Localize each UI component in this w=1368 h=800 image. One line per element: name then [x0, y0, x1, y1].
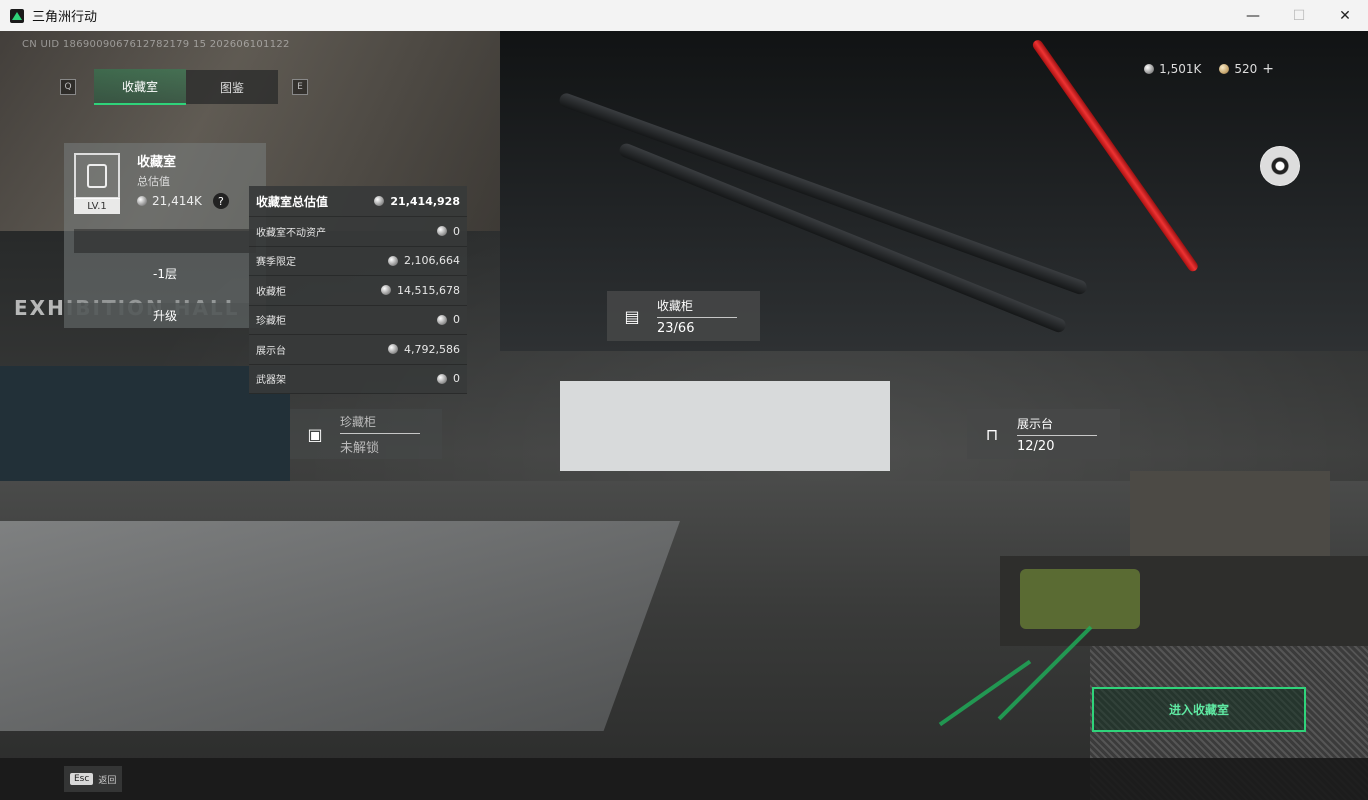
hotspot-value: 23/66: [657, 320, 695, 336]
vault-floor-label: -1层: [153, 267, 177, 281]
valuation-row-value-wrap: 0: [437, 225, 460, 238]
tab-next-key: E: [292, 79, 308, 95]
window-titlebar: 三角洲行动 — ☐ ✕: [0, 0, 1368, 32]
valuation-row: 收藏室不动资产 0: [249, 217, 467, 247]
valuation-row-value-wrap: 2,106,664: [388, 254, 460, 267]
maximize-button[interactable]: ☐: [1276, 0, 1322, 31]
safe-icon: ▣: [307, 424, 323, 444]
close-button[interactable]: ✕: [1322, 0, 1368, 31]
display-stand-icon: ⊓: [985, 424, 999, 444]
valuation-row-label: 收藏柜: [256, 286, 286, 298]
silver-currency: 1,501K: [1144, 62, 1201, 76]
scene-green-case: [1020, 569, 1140, 629]
valuation-row-label: 珍藏柜: [256, 316, 286, 328]
silver-coin-icon: [1144, 64, 1155, 74]
valuation-row-value: 2,106,664: [404, 254, 460, 268]
window-controls: — ☐ ✕: [1230, 0, 1368, 31]
minimize-button[interactable]: —: [1230, 0, 1276, 31]
add-currency-button[interactable]: +: [1262, 61, 1274, 77]
scene-blue-wall: [0, 366, 290, 486]
valuation-total-value: 21,414,928: [390, 194, 460, 208]
silver-coin-icon: [437, 373, 447, 384]
valuation-row-label: 赛季限定: [256, 257, 296, 269]
help-icon[interactable]: ?: [212, 193, 229, 209]
hotspot-text: 珍藏柜 未解锁: [340, 413, 420, 456]
silver-coin-icon: [388, 344, 399, 355]
music-disc-icon[interactable]: [1260, 146, 1300, 186]
tab-prev-key: Q: [60, 79, 76, 95]
cabinet-icon: ▤: [624, 306, 640, 326]
valuation-row-value-wrap: 4,792,586: [388, 343, 460, 356]
valuation-row-value-wrap: 14,515,678: [381, 284, 460, 297]
valuation-row-value: 0: [453, 372, 460, 386]
gold-coin-icon: [1219, 64, 1230, 74]
valuation-row: 珍藏柜 0: [249, 306, 467, 335]
silver-coin-icon: [137, 196, 147, 206]
silver-coin-icon: [437, 226, 447, 237]
tab-collection-room[interactable]: 收藏室: [94, 69, 186, 105]
vault-progress-bar: [74, 229, 256, 253]
vault-summary-card: LV.1 收藏室 总估值 21,414K ? -1层 升级: [64, 143, 266, 328]
valuation-row-value: 4,792,586: [404, 342, 460, 356]
valuation-header: 收藏室总估值 21,414,928: [249, 186, 467, 217]
silver-coin-icon: [388, 255, 399, 266]
hotspot-text: 展示台 12/20: [1017, 415, 1097, 454]
hotspot-title: 展示台: [1017, 415, 1097, 436]
vault-subtitle: 总估值: [137, 175, 170, 188]
silver-coin-icon: [437, 314, 447, 325]
silver-amount: 1,501K: [1159, 62, 1202, 76]
hotspot-display-stand[interactable]: ⊓ 展示台 12/20: [967, 409, 1120, 459]
vault-icon: [74, 153, 120, 199]
vault-level-badge: LV.1: [74, 198, 120, 214]
gold-amount: 520: [1234, 62, 1258, 76]
vault-total-value: 21,414K ?: [137, 193, 229, 209]
tab-bar: Q 收藏室 图鉴 E: [60, 69, 308, 105]
valuation-row-value-wrap: 0: [437, 313, 460, 326]
hotspot-value: 未解锁: [340, 440, 380, 456]
valuation-row-label: 武器架: [256, 375, 286, 387]
valuation-breakdown-panel: 收藏室总估值 21,414,928 收藏室不动资产 0 赛季限定 2,106,6…: [249, 186, 467, 394]
hotspot-title: 收藏柜: [657, 297, 737, 318]
valuation-row-value: 0: [453, 313, 460, 327]
bottom-bar: [0, 758, 1368, 800]
app-logo-icon: [10, 8, 24, 23]
game-viewport: EXHIBITION HALL CN UID 18690090676127821…: [0, 31, 1368, 800]
silver-coin-icon: [374, 196, 385, 206]
hotspot-value: 12/20: [1017, 438, 1055, 454]
valuation-row: 收藏柜 14,515,678: [249, 276, 467, 306]
hotspot-treasure-cabinet[interactable]: ▣ 珍藏柜 未解锁: [290, 409, 442, 459]
esc-key-icon: Esc: [70, 773, 94, 785]
valuation-row-label: 展示台: [256, 345, 286, 357]
valuation-row-value: 14,515,678: [397, 283, 460, 297]
hotspot-text: 收藏柜 23/66: [657, 297, 737, 336]
currency-bar: 1,501K 520 +: [1144, 61, 1274, 77]
silver-coin-icon: [381, 285, 392, 296]
upgrade-button[interactable]: 升级: [64, 303, 266, 328]
scene-cabinet-wall: [560, 381, 890, 471]
valuation-row: 赛季限定 2,106,664: [249, 247, 467, 276]
scene-floor-highlight: [0, 521, 680, 731]
tab-catalog[interactable]: 图鉴: [186, 70, 278, 104]
valuation-title: 收藏室总估值: [256, 194, 329, 209]
valuation-row-value: 0: [453, 224, 460, 238]
window-title: 三角洲行动: [32, 10, 98, 25]
back-label: 返回: [98, 775, 117, 786]
valuation-row-label: 收藏室不动资产: [256, 227, 326, 239]
valuation-total: 21,414,928: [374, 195, 460, 208]
valuation-row: 展示台 4,792,586: [249, 335, 467, 365]
hotspot-title: 珍藏柜: [340, 413, 420, 434]
valuation-row: 武器架 0: [249, 365, 467, 394]
valuation-row-value-wrap: 0: [437, 372, 460, 385]
vault-value-text: 21,414K: [152, 194, 202, 208]
gold-currency: 520 +: [1219, 61, 1274, 77]
enter-collection-room-button[interactable]: 进入收藏室: [1092, 687, 1306, 732]
back-button[interactable]: Esc 返回: [64, 766, 122, 792]
vault-title: 收藏室: [137, 155, 177, 170]
hotspot-collection-cabinet[interactable]: ▤ 收藏柜 23/66: [607, 291, 760, 341]
player-uid: CN UID 1869009067612782179 15 2026061011…: [22, 39, 290, 50]
